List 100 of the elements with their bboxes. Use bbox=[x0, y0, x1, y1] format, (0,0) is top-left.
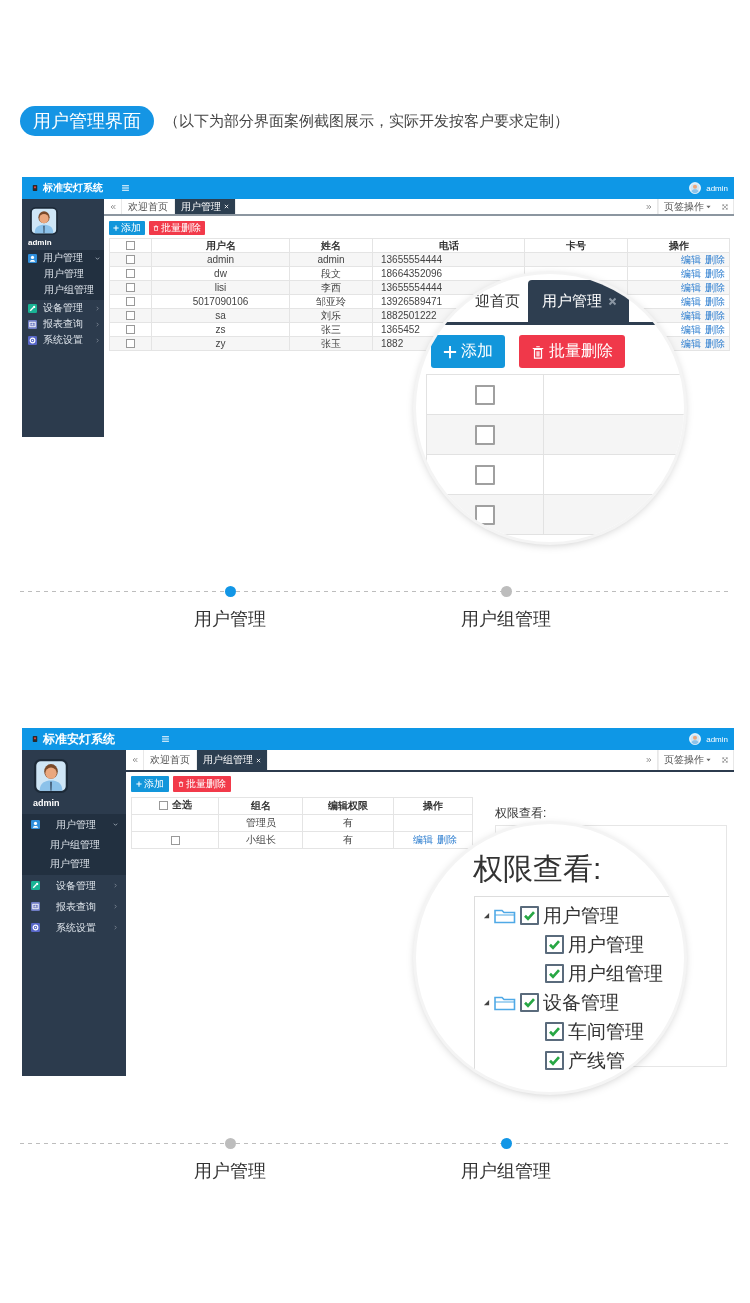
slide-indicator-dot[interactable] bbox=[500, 1138, 512, 1149]
checkbox[interactable] bbox=[475, 384, 495, 405]
menu-item[interactable]: 系统设置 bbox=[22, 332, 104, 348]
edit-link[interactable]: 编辑 bbox=[681, 253, 701, 265]
checkbox[interactable] bbox=[126, 283, 135, 293]
submenu-item[interactable]: 用户组管理 bbox=[22, 282, 104, 298]
expand-triangle-icon[interactable] bbox=[483, 999, 490, 1006]
batch-delete-button[interactable]: 批量删除 bbox=[519, 335, 625, 368]
avatar-icon[interactable] bbox=[689, 182, 702, 194]
edit-link[interactable]: 编辑 bbox=[681, 309, 701, 321]
checkbox[interactable] bbox=[126, 241, 135, 251]
edit-link[interactable]: 编辑 bbox=[681, 337, 701, 349]
plus-icon bbox=[443, 344, 457, 359]
slide-indicator-dot[interactable] bbox=[224, 1138, 236, 1149]
checkbox[interactable] bbox=[170, 835, 180, 845]
batch-delete-button[interactable]: 批量删除 bbox=[173, 776, 231, 792]
avatar-icon[interactable] bbox=[689, 733, 702, 745]
table-cell: 李西 bbox=[289, 280, 373, 295]
checkbox[interactable] bbox=[126, 311, 135, 321]
checkbox[interactable] bbox=[126, 269, 135, 279]
table-cell: 张玉 bbox=[289, 336, 373, 351]
chevron-icon bbox=[113, 822, 118, 827]
column-header: 编辑权限 bbox=[302, 797, 394, 815]
slide-label[interactable]: 用户管理 bbox=[194, 607, 266, 631]
edit-link[interactable]: 编辑 bbox=[681, 323, 701, 335]
edit-link[interactable]: 编辑 bbox=[681, 267, 701, 279]
tree-label: 用户管理 bbox=[543, 903, 619, 928]
menu-item[interactable]: 用户管理 bbox=[22, 250, 104, 266]
tree-label: 用户管理 bbox=[568, 932, 644, 957]
plus-icon bbox=[136, 781, 142, 787]
menu-item[interactable]: 报表查询 bbox=[22, 896, 126, 917]
tree-label: 车间管理 bbox=[568, 1019, 644, 1044]
menu-item[interactable]: 系统设置 bbox=[22, 917, 126, 938]
tab[interactable]: 用户管理 bbox=[175, 199, 236, 214]
checkbox[interactable] bbox=[545, 964, 564, 983]
batch-delete-button[interactable]: 批量删除 bbox=[149, 221, 205, 235]
checkbox[interactable] bbox=[520, 993, 539, 1012]
slide-indicator-dot[interactable] bbox=[224, 586, 236, 597]
menu-icon[interactable] bbox=[122, 185, 129, 191]
double-chevron-left-icon bbox=[131, 757, 138, 763]
edit-link[interactable]: 编辑 bbox=[681, 295, 701, 307]
table-cell: 邹亚玲 bbox=[289, 294, 373, 309]
table-cell: sa bbox=[151, 308, 290, 323]
submenu-item[interactable]: 用户组管理 bbox=[22, 835, 126, 854]
table-cell: 刘乐 bbox=[289, 308, 373, 323]
checkbox[interactable] bbox=[126, 339, 135, 349]
menu-item[interactable]: 用户管理 bbox=[22, 814, 126, 835]
delete-link[interactable]: 删除 bbox=[705, 281, 725, 293]
edit-link[interactable]: 编辑 bbox=[413, 834, 433, 845]
panel-title: 权限查看: bbox=[495, 805, 547, 822]
avatar-icon bbox=[30, 207, 58, 235]
wrench-icon bbox=[31, 881, 40, 890]
checkbox[interactable] bbox=[520, 906, 539, 925]
table-cell: zy bbox=[151, 336, 290, 351]
table-cell: dw bbox=[151, 266, 290, 281]
checkbox[interactable] bbox=[475, 424, 495, 445]
delete-link[interactable]: 删除 bbox=[705, 267, 725, 279]
chevron-icon bbox=[95, 255, 100, 261]
table-cell: 有 bbox=[302, 831, 394, 849]
sidebar-user-name: admin bbox=[33, 798, 60, 808]
tab[interactable]: 用户组管理 bbox=[197, 750, 268, 770]
chevron-icon bbox=[95, 321, 100, 327]
table-cell: 张三 bbox=[289, 322, 373, 337]
slide-label[interactable]: 用户组管理 bbox=[461, 607, 551, 631]
delete-link[interactable]: 删除 bbox=[705, 253, 725, 265]
delete-link[interactable]: 删除 bbox=[705, 295, 725, 307]
menu-icon[interactable] bbox=[162, 736, 169, 742]
checkbox[interactable] bbox=[158, 800, 168, 810]
slide-indicator-dot[interactable] bbox=[500, 586, 512, 597]
checkbox[interactable] bbox=[475, 464, 495, 485]
checkbox[interactable] bbox=[126, 255, 135, 265]
menu-item[interactable]: 报表查询 bbox=[22, 316, 104, 332]
checkbox[interactable] bbox=[126, 325, 135, 335]
section-note: （以下为部分界面案例截图展示，实际开发按客户要求定制） bbox=[164, 111, 569, 131]
delete-link[interactable]: 删除 bbox=[705, 337, 725, 349]
double-chevron-right-icon bbox=[645, 203, 652, 210]
column-header: 姓名 bbox=[289, 238, 373, 253]
expand-triangle-icon[interactable] bbox=[483, 912, 490, 919]
panel-title: 权限查看: bbox=[473, 852, 603, 886]
edit-link[interactable]: 编辑 bbox=[681, 281, 701, 293]
user-icon bbox=[31, 820, 40, 829]
tab[interactable]: 用户管理 bbox=[528, 280, 629, 322]
submenu-item[interactable]: 用户管理 bbox=[22, 266, 104, 282]
delete-link[interactable]: 删除 bbox=[705, 309, 725, 321]
slide-label[interactable]: 用户管理 bbox=[194, 1159, 266, 1183]
delete-link[interactable]: 删除 bbox=[705, 323, 725, 335]
checkbox[interactable] bbox=[545, 1022, 564, 1041]
menu-item[interactable]: 设备管理 bbox=[22, 300, 104, 316]
checkbox[interactable] bbox=[545, 935, 564, 954]
checkbox[interactable] bbox=[126, 297, 135, 307]
submenu-item[interactable]: 用户管理 bbox=[22, 854, 126, 873]
delete-link[interactable]: 删除 bbox=[437, 834, 457, 845]
plus-icon bbox=[113, 225, 119, 231]
checkbox[interactable] bbox=[545, 1051, 564, 1070]
expand-icon bbox=[721, 203, 728, 210]
menu-item[interactable]: 设备管理 bbox=[22, 875, 126, 896]
report-icon bbox=[31, 902, 40, 911]
checkbox[interactable] bbox=[475, 504, 495, 525]
table-cell: 管理员 bbox=[218, 814, 303, 832]
slide-label[interactable]: 用户组管理 bbox=[461, 1159, 551, 1183]
